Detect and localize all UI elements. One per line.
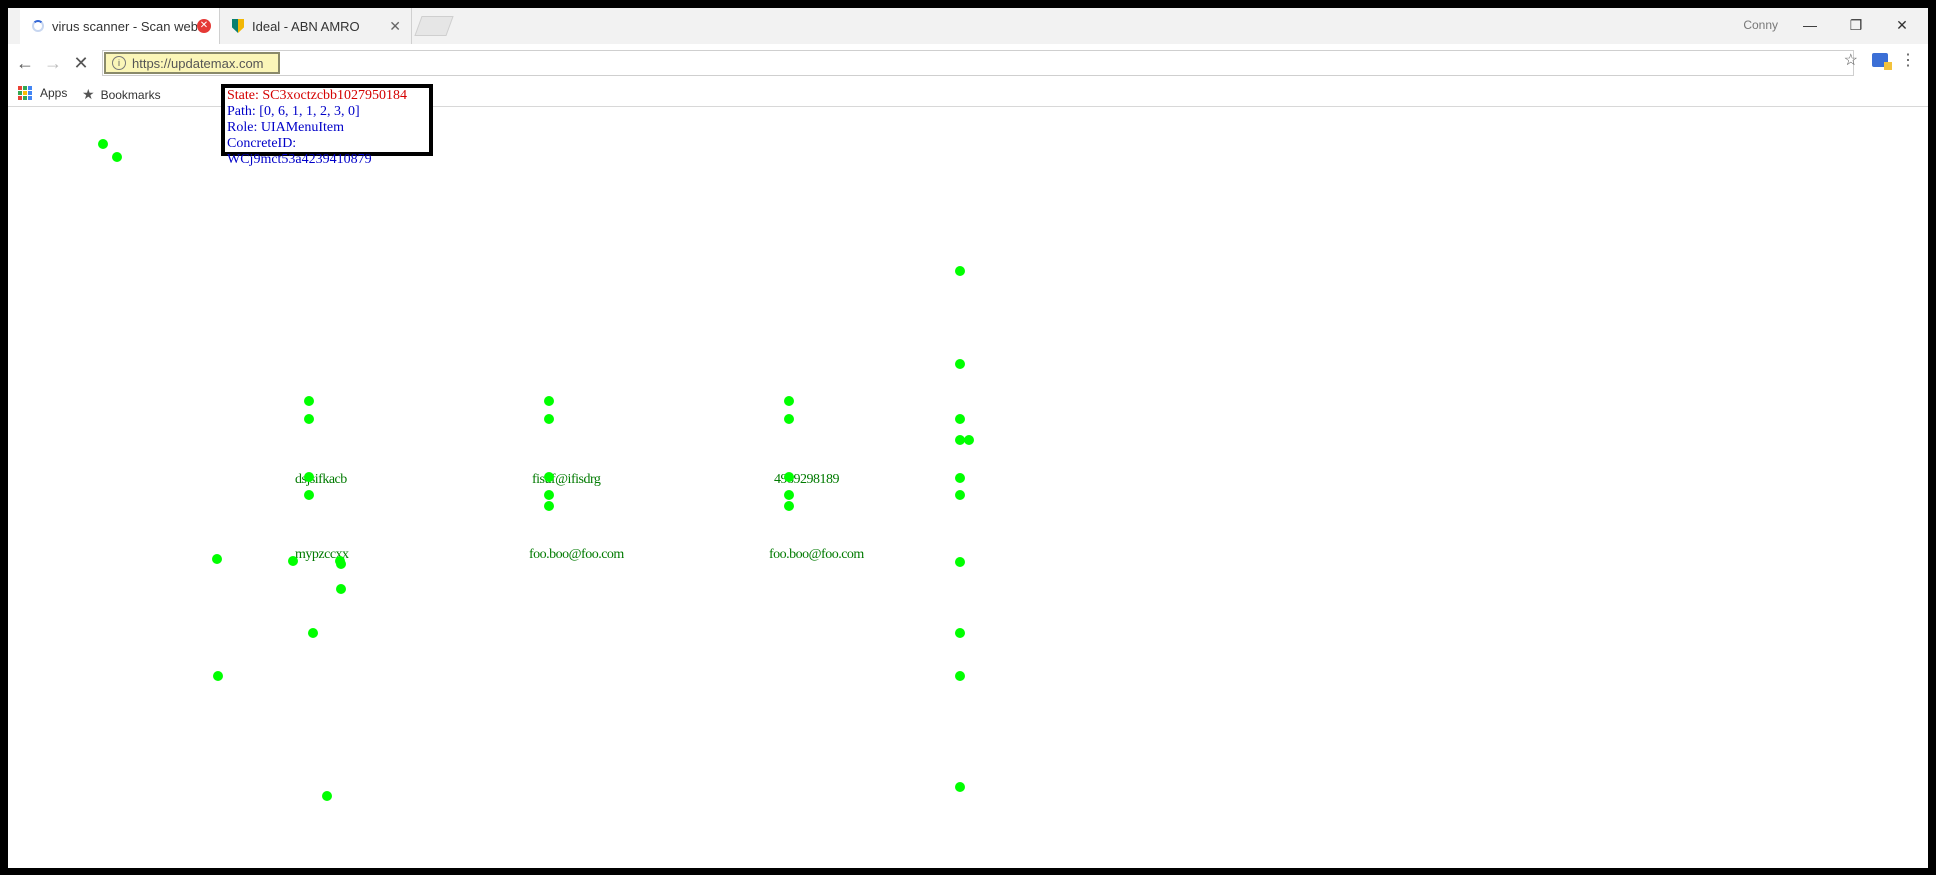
element-marker[interactable] xyxy=(544,501,554,511)
element-marker[interactable] xyxy=(308,628,318,638)
element-marker[interactable] xyxy=(955,557,965,567)
profile-name[interactable]: Conny xyxy=(1743,18,1778,32)
extension-icon[interactable] xyxy=(1872,53,1892,70)
element-marker[interactable] xyxy=(544,414,554,424)
restore-button[interactable]: ❐ xyxy=(1836,12,1876,38)
element-marker[interactable] xyxy=(784,490,794,500)
element-marker[interactable] xyxy=(288,556,298,566)
bookmark-star-icon[interactable]: ☆ xyxy=(1844,50,1858,70)
bookmark-label: Bookmarks xyxy=(100,87,161,102)
element-marker[interactable] xyxy=(112,152,122,162)
inspector-state: State: SC3xoctzcbb1027950184 xyxy=(227,88,408,103)
form-field-value[interactable]: foo.boo@foo.com xyxy=(529,547,624,563)
form-field-value[interactable]: foo.boo@foo.com xyxy=(769,547,864,563)
page-content: dsjsifkacb fisuf@ifisdrg 4989298189 mypz… xyxy=(8,107,1928,868)
menu-icon[interactable]: ⋮ xyxy=(1900,50,1916,70)
bookmark-apps[interactable]: Apps xyxy=(18,86,67,100)
address-bar[interactable]: i https://updatemax.com xyxy=(102,50,1854,76)
star-icon: ★ xyxy=(82,86,95,102)
element-marker[interactable] xyxy=(955,782,965,792)
inspector-role: Role: UIAMenuItem xyxy=(227,120,345,135)
element-marker[interactable] xyxy=(784,414,794,424)
browser-toolbar: ← → ✕ i https://updatemax.com ☆ ⋮ xyxy=(8,44,1928,82)
close-tab-icon[interactable]: ✕ xyxy=(389,18,401,35)
tab-virus-scanner[interactable]: virus scanner - Scan web ✕ xyxy=(20,8,220,44)
element-marker[interactable] xyxy=(336,584,346,594)
form-field-value[interactable]: dsjsifkacb xyxy=(295,472,347,488)
form-field-value[interactable]: fisuf@ifisdrg xyxy=(532,472,601,488)
apps-grid-icon xyxy=(18,86,32,100)
element-marker[interactable] xyxy=(304,414,314,424)
element-marker[interactable] xyxy=(322,791,332,801)
forward-arrow-icon[interactable]: → xyxy=(42,52,64,74)
element-marker[interactable] xyxy=(955,628,965,638)
back-arrow-icon[interactable]: ← xyxy=(14,52,36,74)
element-marker[interactable] xyxy=(213,671,223,681)
element-marker[interactable] xyxy=(304,490,314,500)
stop-loading-icon[interactable]: ✕ xyxy=(70,52,92,74)
element-marker[interactable] xyxy=(955,490,965,500)
close-tab-icon[interactable]: ✕ xyxy=(197,19,211,33)
minimize-button[interactable]: — xyxy=(1790,12,1830,38)
element-marker[interactable] xyxy=(304,396,314,406)
bookmark-label: Apps xyxy=(40,86,68,100)
element-marker[interactable] xyxy=(336,559,346,569)
close-window-button[interactable]: ✕ xyxy=(1882,12,1922,38)
element-marker[interactable] xyxy=(955,671,965,681)
inspector-path: Path: [0, 6, 1, 1, 2, 3, 0] xyxy=(227,104,360,119)
element-marker[interactable] xyxy=(304,472,314,482)
element-marker[interactable] xyxy=(964,435,974,445)
browser-window: virus scanner - Scan web ✕ Ideal - ABN A… xyxy=(8,8,1928,868)
element-marker[interactable] xyxy=(955,414,965,424)
element-marker[interactable] xyxy=(784,501,794,511)
tab-title: Ideal - ABN AMRO xyxy=(252,18,360,34)
tab-strip: virus scanner - Scan web ✕ Ideal - ABN A… xyxy=(8,8,1928,44)
element-marker[interactable] xyxy=(98,139,108,149)
bookmark-folder[interactable]: ★ Bookmarks xyxy=(82,86,161,103)
url-text: https://updatemax.com xyxy=(132,55,264,71)
element-marker[interactable] xyxy=(955,473,965,483)
element-marker[interactable] xyxy=(784,396,794,406)
tab-ideal-abn-amro[interactable]: Ideal - ABN AMRO ✕ xyxy=(220,8,412,44)
new-tab-button[interactable] xyxy=(414,16,454,36)
inspector-concrete-id: ConcreteID: WCj9mct53a4239410879 xyxy=(227,136,372,167)
tab-title: virus scanner - Scan web xyxy=(52,18,197,34)
element-marker[interactable] xyxy=(784,472,794,482)
element-marker[interactable] xyxy=(955,266,965,276)
element-marker[interactable] xyxy=(955,359,965,369)
element-marker[interactable] xyxy=(544,490,554,500)
abn-amro-favicon-icon xyxy=(232,19,244,33)
element-marker[interactable] xyxy=(212,554,222,564)
element-marker[interactable] xyxy=(544,396,554,406)
inspector-tooltip: State: SC3xoctzcbb1027950184 Path: [0, 6… xyxy=(221,84,433,167)
info-icon[interactable]: i xyxy=(112,56,126,70)
element-marker[interactable] xyxy=(544,472,554,482)
url-highlight[interactable]: i https://updatemax.com xyxy=(104,52,280,74)
loading-spinner-icon xyxy=(32,20,44,32)
